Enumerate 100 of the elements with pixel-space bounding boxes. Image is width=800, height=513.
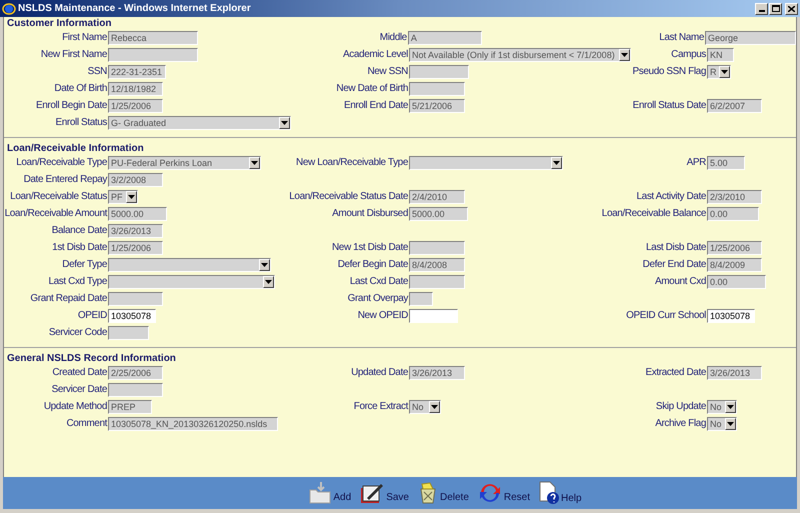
text-field[interactable]: 222-31-2351: [108, 64, 166, 78]
text-field[interactable]: 3/26/2013: [409, 366, 465, 380]
text-field[interactable]: [108, 292, 163, 306]
maximize-button[interactable]: [769, 2, 782, 14]
text-field[interactable]: [409, 64, 469, 78]
field-label: Grant Overpay: [348, 292, 408, 304]
dropdown[interactable]: G- Graduated: [108, 116, 291, 130]
text-field[interactable]: 2/3/2010: [707, 190, 762, 204]
text-field[interactable]: 3/2/2008: [108, 172, 163, 186]
input-field[interactable]: 10305078: [707, 308, 755, 322]
field-label: APR: [686, 156, 706, 168]
text-field[interactable]: [409, 292, 433, 306]
text-field[interactable]: [409, 274, 465, 288]
field-label: OPEID Curr School: [626, 310, 706, 322]
field-label: Last Name: [659, 32, 704, 44]
text-field[interactable]: [108, 382, 163, 396]
text-field[interactable]: 0.00: [707, 274, 766, 288]
field-label: Date Entered Repay: [24, 174, 107, 186]
field-label: Loan/Receivable Status Date: [289, 190, 408, 202]
field-label: Enroll Begin Date: [36, 100, 107, 112]
text-field[interactable]: [409, 240, 465, 254]
toolbar-button[interactable]: Help: [538, 481, 582, 505]
text-field[interactable]: 2/25/2006: [108, 366, 163, 380]
caret-icon: [126, 190, 137, 202]
caret-icon: [719, 66, 730, 78]
dropdown[interactable]: R: [707, 64, 731, 78]
text-field[interactable]: 8/4/2009: [707, 258, 762, 272]
input-field[interactable]: [409, 308, 458, 322]
text-field[interactable]: KN: [707, 48, 734, 62]
text-field[interactable]: 1/25/2006: [707, 240, 762, 254]
toolbar-button[interactable]: Reset: [476, 482, 530, 504]
text-field[interactable]: George: [705, 30, 796, 44]
maximize-icon: [772, 5, 780, 12]
field-label: New Date of Birth: [336, 82, 408, 94]
field-label: Loan/Receivable Type: [16, 156, 107, 168]
caret-icon: [259, 258, 270, 270]
toolbar-button[interactable]: Delete: [416, 482, 469, 504]
field-label: Amount Disbursed: [332, 208, 408, 220]
dropdown[interactable]: [108, 258, 271, 272]
dropdown[interactable]: No: [707, 400, 737, 414]
field-label: Defer Type: [62, 258, 107, 270]
field-label: Loan/Receivable Balance: [602, 208, 706, 220]
field-label: Force Extract: [354, 400, 408, 412]
text-field[interactable]: 5000.00: [108, 206, 167, 220]
field-label: First Name: [62, 32, 107, 44]
field-label: Archive Flag: [655, 418, 706, 430]
field-label: Campus: [671, 48, 706, 60]
text-field[interactable]: [108, 326, 149, 340]
field-label: New SSN: [367, 66, 408, 78]
input-field[interactable]: 10305078: [108, 308, 156, 322]
dropdown[interactable]: No: [409, 400, 441, 414]
caret-icon: [725, 400, 736, 412]
field-label: Enroll Status: [56, 116, 107, 128]
caret-icon: [263, 276, 274, 288]
minimize-button[interactable]: [755, 2, 768, 14]
minimize-icon: [758, 10, 764, 12]
text-field[interactable]: 1/25/2006: [108, 240, 163, 254]
dropdown[interactable]: No: [707, 416, 737, 430]
text-field[interactable]: PREP: [108, 400, 152, 414]
field-label: New Loan/Receivable Type: [296, 156, 408, 168]
field-label: Last Disb Date: [646, 242, 706, 254]
text-field[interactable]: 5.00: [707, 156, 745, 170]
text-field[interactable]: [409, 82, 465, 96]
text-field[interactable]: A: [408, 30, 482, 44]
field-label: Amount Cxd: [654, 276, 706, 288]
close-button[interactable]: [785, 2, 798, 14]
text-field[interactable]: [108, 48, 198, 62]
field-label: Enroll Status Date: [632, 100, 706, 112]
field-label: 1st Disb Date: [52, 242, 107, 254]
caret-icon: [551, 156, 562, 168]
field-label: Created Date: [52, 366, 107, 378]
text-field[interactable]: 0.00: [707, 206, 759, 220]
text-field[interactable]: 2/4/2010: [409, 190, 465, 204]
text-field[interactable]: 1/25/2006: [108, 98, 163, 112]
dropdown[interactable]: PU-Federal Perkins Loan: [108, 156, 261, 170]
text-field[interactable]: 8/4/2008: [409, 258, 465, 272]
text-field[interactable]: 12/18/1982: [108, 82, 163, 96]
text-field[interactable]: Rebecca: [108, 30, 198, 44]
field-label: Pseudo SSN Flag: [632, 66, 706, 78]
text-field[interactable]: 3/26/2013: [707, 366, 762, 380]
dropdown[interactable]: Not Available (Only if 1st disbursement < 7/1/2008): [409, 48, 631, 62]
field-label: Skip Update: [656, 400, 706, 412]
section-title: Customer Information: [7, 16, 112, 30]
field-label: Servicer Date: [52, 384, 107, 396]
text-field[interactable]: 3/26/2013: [108, 224, 163, 238]
dropdown[interactable]: PF: [108, 190, 138, 204]
dropdown[interactable]: [108, 274, 275, 288]
field-label: Servicer Code: [48, 326, 107, 338]
dropdown[interactable]: [409, 156, 563, 170]
toolbar-button[interactable]: Save: [359, 482, 409, 504]
caret-icon: [619, 48, 630, 60]
field-label: Enroll End Date: [344, 100, 408, 112]
toolbar-button[interactable]: Add: [308, 482, 352, 504]
text-field[interactable]: 5/21/2006: [409, 98, 465, 112]
field-label: Middle: [380, 32, 407, 44]
field-label: Date Of Birth: [54, 82, 107, 94]
text-field[interactable]: 10305078_KN_20130326120250.nslds: [108, 416, 278, 430]
field-label: Defer Begin Date: [338, 258, 408, 270]
text-field[interactable]: 6/2/2007: [707, 98, 762, 112]
text-field[interactable]: 5000.00: [409, 206, 468, 220]
